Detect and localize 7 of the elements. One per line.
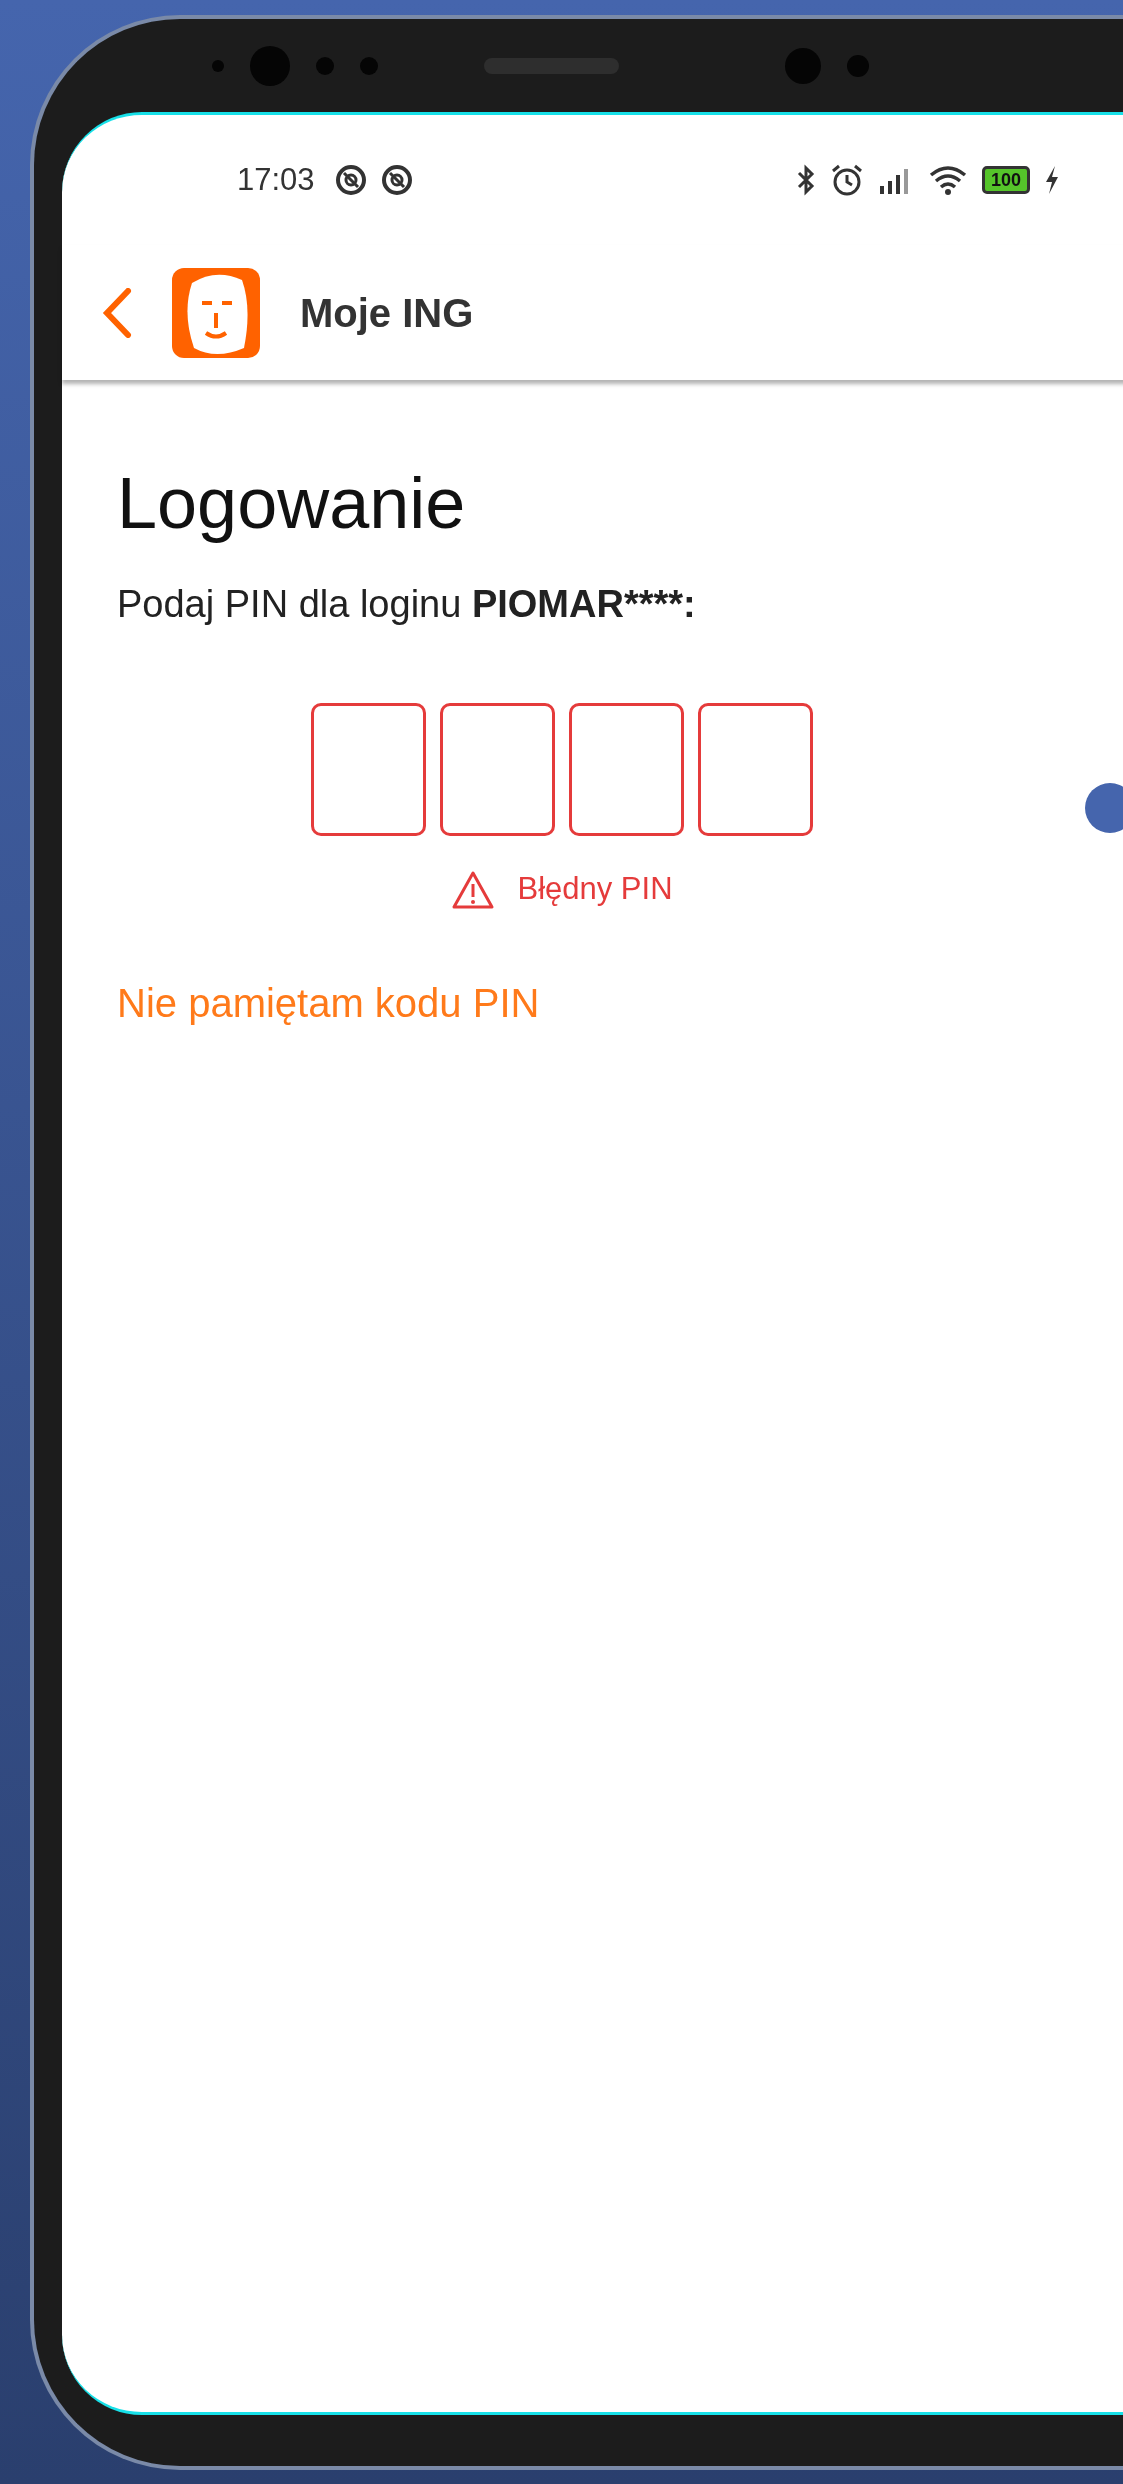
app-title: Moje ING	[300, 289, 474, 337]
forgot-pin-link[interactable]: Nie pamiętam kodu PIN	[117, 972, 540, 1033]
battery-indicator: 100	[981, 166, 1030, 194]
status-time: 17:03	[237, 160, 315, 199]
error-message: Błędny PIN	[517, 870, 673, 909]
page-heading: Logowanie	[117, 462, 467, 545]
pin-prompt: Podaj PIN dla loginu PIOMAR****:	[117, 582, 697, 628]
